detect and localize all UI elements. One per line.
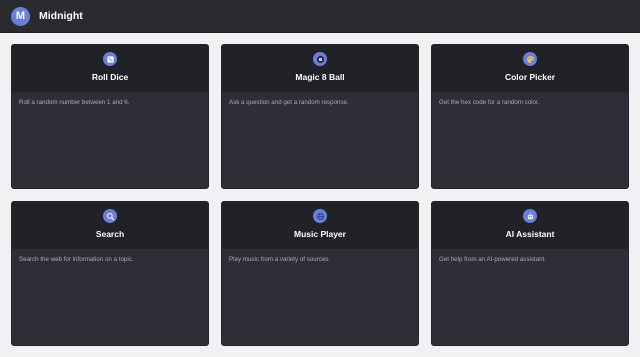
card-header: Color Picker	[432, 45, 628, 92]
card-description: Roll a random number between 1 and 6.	[19, 99, 130, 106]
palette-icon	[523, 52, 537, 66]
card-title: Magic 8 Ball	[295, 72, 345, 82]
dice-icon	[103, 52, 117, 66]
card-title: Roll Dice	[91, 72, 129, 82]
card-magic-8-ball[interactable]: 8 Magic 8 Ball Ask a question and get a …	[221, 44, 419, 189]
globe-icon	[313, 209, 327, 223]
card-description: Search the web for information on a topi…	[19, 256, 134, 263]
magic-8-ball-icon: 8	[313, 52, 327, 66]
card-description: Ask a question and get a random response…	[229, 99, 349, 106]
card-description: Get the hex code for a random color.	[439, 99, 540, 106]
app-logo[interactable]: M	[11, 6, 30, 26]
robot-icon	[523, 209, 537, 223]
top-bar: M Midnight	[0, 0, 640, 33]
card-header: Search	[12, 202, 208, 249]
card-color-picker[interactable]: Color Picker Get the hex code for a rand…	[431, 44, 629, 189]
card-header: Music Player	[222, 202, 418, 249]
card-description: Get help from an AI-powered assistant.	[439, 256, 546, 263]
card-title: Color Picker	[504, 72, 556, 82]
search-icon	[103, 209, 117, 223]
card-music-player[interactable]: Music Player Play music from a variety o…	[221, 201, 419, 346]
card-search[interactable]: Search Search the web for information on…	[11, 201, 209, 346]
card-title: Music Player	[294, 229, 346, 239]
card-header: AI Assistant	[432, 202, 628, 249]
card-ai-assistant[interactable]: AI Assistant Get help from an AI-powered…	[431, 201, 629, 346]
card-description: Play music from a variety of sources.	[229, 256, 331, 263]
card-header: Roll Dice	[12, 45, 208, 92]
card-header: 8 Magic 8 Ball	[222, 45, 418, 92]
card-title: Search	[95, 229, 125, 239]
card-roll-dice[interactable]: Roll Dice Roll a random number between 1…	[11, 44, 209, 189]
card-grid: Roll Dice Roll a random number between 1…	[11, 44, 629, 346]
card-title: AI Assistant	[505, 229, 555, 239]
app-title: Midnight	[39, 10, 83, 22]
